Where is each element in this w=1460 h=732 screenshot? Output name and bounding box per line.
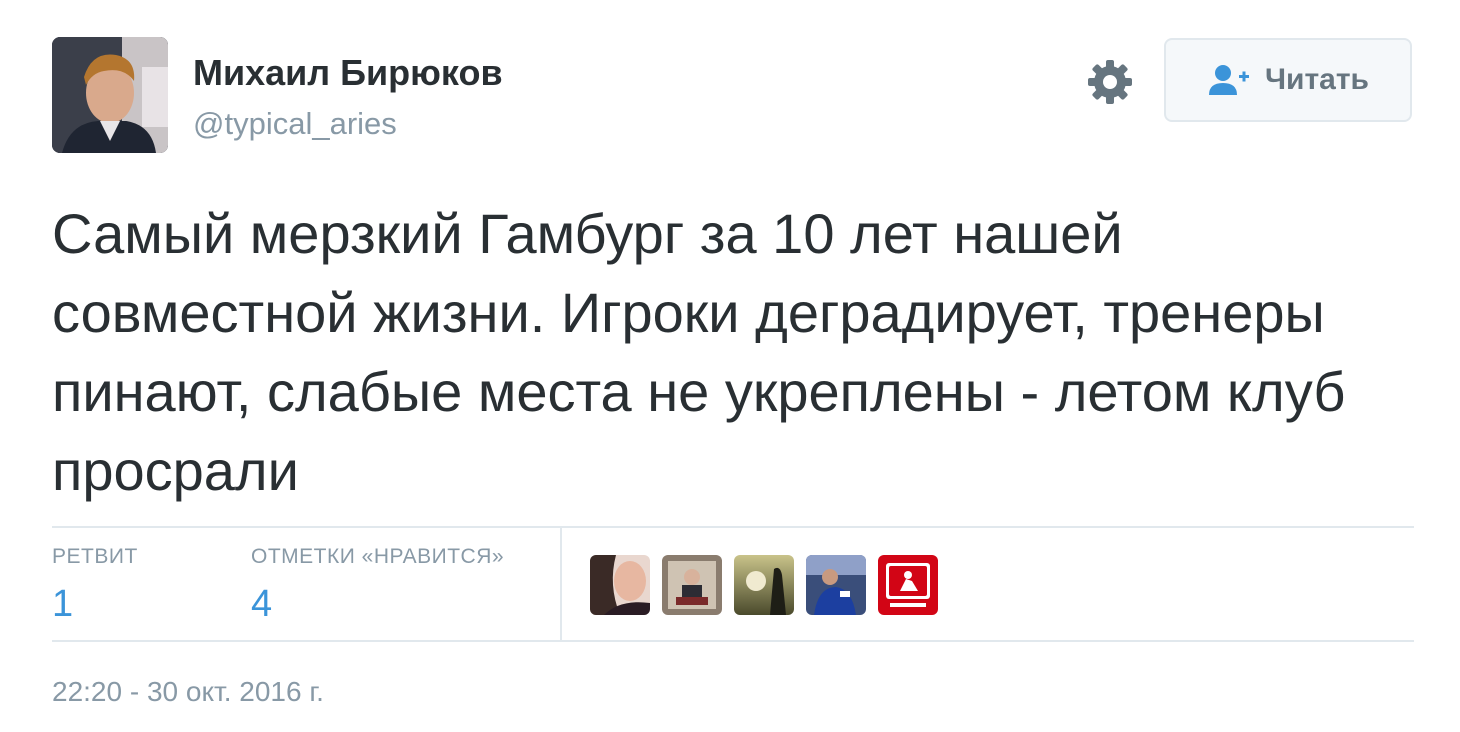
user-handle[interactable]: @typical_aries [193, 106, 397, 142]
follow-button-label: Читать [1264, 63, 1370, 96]
stats-divider-vertical [560, 528, 562, 640]
retweet-label: РЕТВИТ [52, 545, 138, 568]
likes-count: 4 [251, 583, 273, 625]
liker-avatar-4[interactable] [806, 555, 866, 615]
likes-label: ОТМЕТКИ «НРАВИТСЯ» [251, 545, 505, 568]
retweet-stat[interactable]: РЕТВИТ 1 [52, 545, 138, 626]
liker-avatar-1[interactable] [590, 555, 650, 615]
add-user-icon [1207, 63, 1251, 97]
gear-icon[interactable] [1086, 58, 1134, 106]
likes-stat[interactable]: ОТМЕТКИ «НРАВИТСЯ» 4 [251, 545, 504, 626]
stats-divider-bottom [52, 640, 1414, 642]
user-name[interactable]: Михаил Бирюков [193, 52, 503, 94]
user-avatar[interactable] [52, 37, 168, 153]
tweet-text: Самый мерзкий Гамбург за 10 лет нашей со… [52, 202, 1346, 502]
tweet-timestamp[interactable]: 22:20 - 30 окт. 2016 г. [52, 676, 324, 708]
follow-button[interactable]: Читать [1164, 38, 1412, 122]
liker-avatar-2[interactable] [662, 555, 722, 615]
likers-list [590, 555, 938, 615]
liker-avatar-3[interactable] [734, 555, 794, 615]
stats-divider-top [52, 526, 1414, 528]
liker-avatar-5[interactable] [878, 555, 938, 615]
retweet-count: 1 [52, 583, 74, 625]
